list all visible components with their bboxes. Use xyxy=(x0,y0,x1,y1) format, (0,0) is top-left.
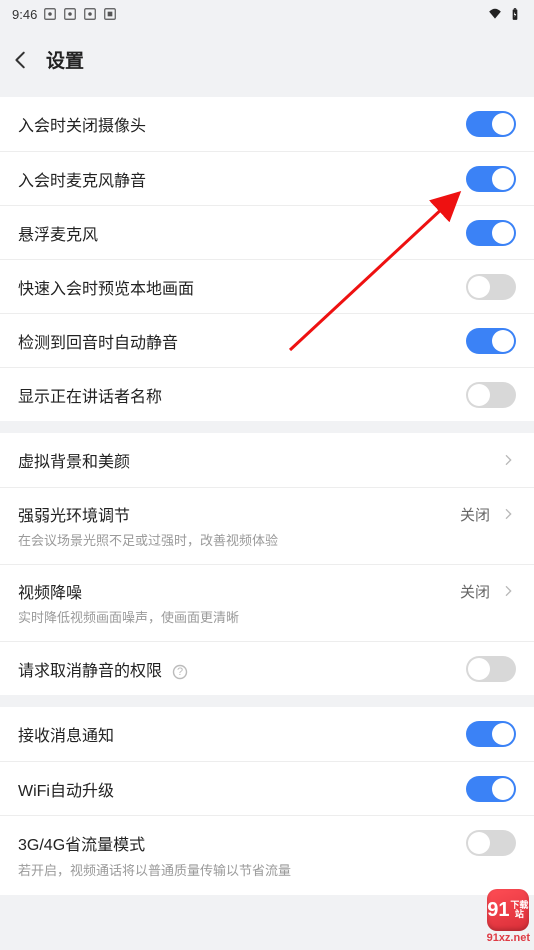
status-icon xyxy=(63,7,77,21)
label: 虚拟背景和美颜 xyxy=(18,448,500,472)
label: 接收消息通知 xyxy=(18,722,466,746)
label: 入会时麦克风静音 xyxy=(18,167,466,191)
toggle-speaker-name[interactable] xyxy=(466,382,516,408)
description: 实时降低视频画面噪声，使画面更清晰 xyxy=(18,609,239,627)
toggle-wifi-upgrade[interactable] xyxy=(466,776,516,802)
status-icon xyxy=(103,7,117,21)
description: 若开启，视频通话将以普通质量传输以节省流量 xyxy=(18,862,291,880)
watermark-url: 91xz.net xyxy=(487,933,530,944)
row-wifi-upgrade: WiFi自动升级 xyxy=(0,761,534,815)
status-icon xyxy=(83,7,97,21)
watermark: 91下载站 91xz.net xyxy=(487,889,530,944)
row-mic-mute: 入会时麦克风静音 xyxy=(0,151,534,205)
row-unmute-permission: 请求取消静音的权限 ? xyxy=(0,641,534,695)
row-preview: 快速入会时预览本地画面 xyxy=(0,259,534,313)
row-cellular: 3G/4G省流量模式 若开启，视频通话将以普通质量传输以节省流量 xyxy=(0,815,534,894)
label: 显示正在讲话者名称 xyxy=(18,383,466,407)
back-icon[interactable] xyxy=(10,49,32,71)
label: 入会时关闭摄像头 xyxy=(18,112,466,136)
label: 悬浮麦克风 xyxy=(18,221,466,245)
chevron-right-icon xyxy=(500,452,516,468)
header: 设置 xyxy=(0,28,534,91)
label: 3G/4G省流量模式 xyxy=(18,831,466,855)
row-light[interactable]: 强弱光环境调节 关闭 在会议场景光照不足或过强时，改善视频体验 xyxy=(0,487,534,564)
toggle-notify[interactable] xyxy=(466,721,516,747)
toggle-cellular[interactable] xyxy=(466,830,516,856)
row-notify: 接收消息通知 xyxy=(0,707,534,761)
toggle-mic-mute[interactable] xyxy=(466,166,516,192)
row-camera-off: 入会时关闭摄像头 xyxy=(0,97,534,151)
label: 检测到回音时自动静音 xyxy=(18,329,466,353)
description: 在会议场景光照不足或过强时，改善视频体验 xyxy=(18,532,278,550)
toggle-camera-off[interactable] xyxy=(466,111,516,137)
settings-group-general: 接收消息通知 WiFi自动升级 3G/4G省流量模式 若开启，视频通话将以普通质… xyxy=(0,707,534,894)
label: 快速入会时预览本地画面 xyxy=(18,275,466,299)
label: WiFi自动升级 xyxy=(18,777,466,801)
settings-group-meeting: 入会时关闭摄像头 入会时麦克风静音 悬浮麦克风 快速入会时预览本地画面 检测到回… xyxy=(0,97,534,421)
wifi-icon xyxy=(488,7,502,21)
page-title: 设置 xyxy=(46,46,84,73)
help-icon[interactable]: ? xyxy=(172,664,188,680)
row-denoise[interactable]: 视频降噪 关闭 实时降低视频画面噪声，使画面更清晰 xyxy=(0,564,534,641)
settings-group-video: 虚拟背景和美颜 强弱光环境调节 关闭 在会议场景光照不足或过强时，改善视频体验 … xyxy=(0,433,534,695)
row-beauty[interactable]: 虚拟背景和美颜 xyxy=(0,433,534,487)
value: 关闭 xyxy=(460,504,490,525)
toggle-echo-mute[interactable] xyxy=(466,328,516,354)
watermark-logo: 91下载站 xyxy=(487,889,529,931)
status-icon xyxy=(43,7,57,21)
label: 请求取消静音的权限 ? xyxy=(18,657,466,681)
label: 视频降噪 xyxy=(18,579,460,603)
row-speaker-name: 显示正在讲话者名称 xyxy=(0,367,534,421)
toggle-float-mic[interactable] xyxy=(466,220,516,246)
chevron-right-icon xyxy=(500,506,516,522)
value: 关闭 xyxy=(460,581,490,602)
svg-text:?: ? xyxy=(177,666,183,678)
toggle-unmute-permission[interactable] xyxy=(466,656,516,682)
label: 强弱光环境调节 xyxy=(18,502,460,526)
chevron-right-icon xyxy=(500,583,516,599)
row-echo-mute: 检测到回音时自动静音 xyxy=(0,313,534,367)
battery-icon xyxy=(508,7,522,21)
status-time: 9:46 xyxy=(12,7,37,22)
row-float-mic: 悬浮麦克风 xyxy=(0,205,534,259)
status-bar: 9:46 xyxy=(0,0,534,28)
toggle-preview[interactable] xyxy=(466,274,516,300)
